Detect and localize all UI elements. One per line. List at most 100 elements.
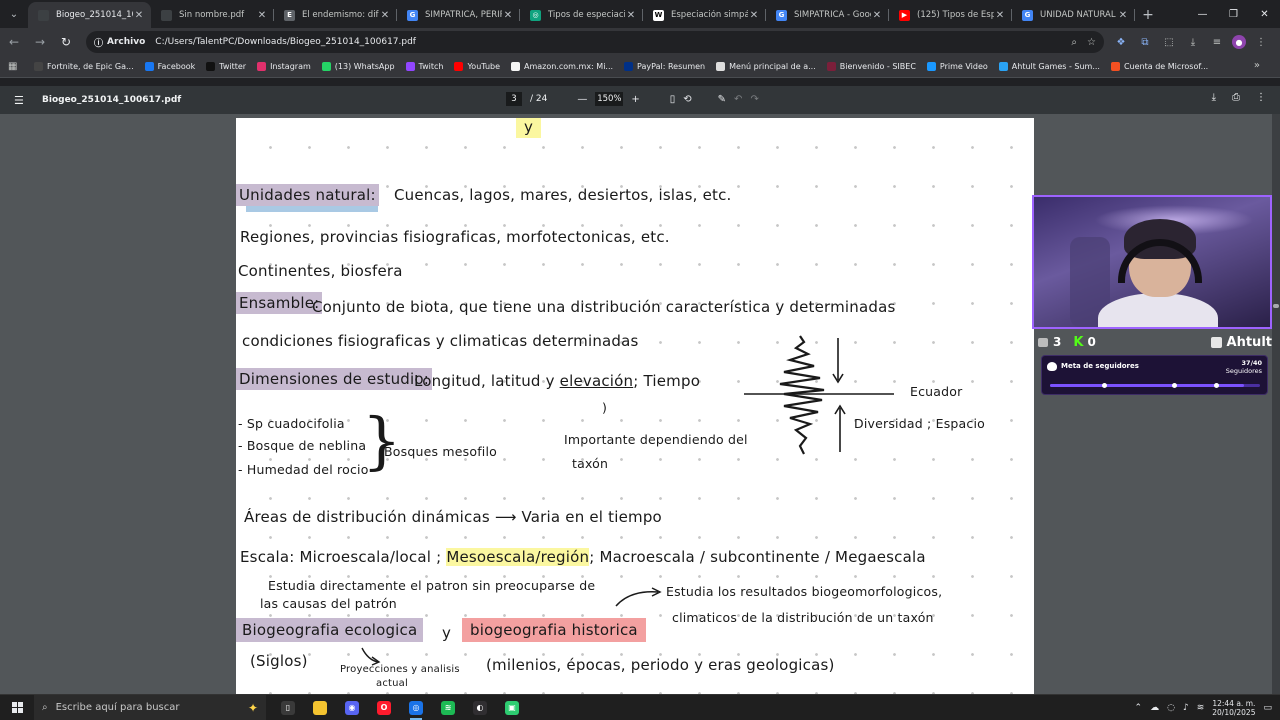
- pdf-scrollbar[interactable]: [1272, 114, 1280, 694]
- taskbar-search[interactable]: ⌕ Escribe aquí para buscar ✦: [34, 694, 266, 720]
- browser-tab[interactable]: ▶ (125) Tipos de Espec✕: [889, 2, 1012, 28]
- star-icon[interactable]: ☆: [1087, 37, 1096, 48]
- close-tab-icon[interactable]: ✕: [379, 10, 391, 21]
- channel-name: Ahtult: [1226, 334, 1272, 350]
- close-tab-icon[interactable]: ✕: [502, 10, 514, 21]
- note-regiones: Regiones, provincias fisiograficas, morf…: [240, 228, 670, 246]
- download-icon[interactable]: ⤓: [1184, 33, 1202, 51]
- bookmark-label: Menú principal de a...: [729, 62, 816, 71]
- close-window-button[interactable]: ✕: [1249, 0, 1280, 28]
- reload-button[interactable]: ↻: [54, 30, 78, 54]
- wifi-icon[interactable]: ≋: [1197, 703, 1205, 713]
- volume-icon[interactable]: ♪: [1183, 703, 1189, 713]
- minimize-button[interactable]: —: [1187, 0, 1218, 28]
- note-condiciones: condiciones fisiograficas y climaticas d…: [242, 332, 639, 350]
- new-tab-button[interactable]: +: [1135, 2, 1161, 28]
- pdf-more-icon[interactable]: ⋮: [1256, 92, 1266, 103]
- browser-tab[interactable]: Biogeo_251014_1006✕: [28, 2, 151, 28]
- network-icon[interactable]: ◌: [1167, 703, 1175, 713]
- zoom-input[interactable]: 150%: [595, 92, 624, 106]
- url-text[interactable]: C:/Users/TalentPC/Downloads/Biogeo_25101…: [155, 37, 1071, 47]
- bookmark-item[interactable]: Bienvenido - SIBEC: [826, 62, 916, 71]
- taskbar-app-file-explorer[interactable]: [304, 695, 336, 720]
- close-tab-icon[interactable]: ✕: [256, 10, 268, 21]
- undo-icon[interactable]: ↶: [734, 94, 742, 105]
- rotate-icon[interactable]: ⟲: [683, 94, 691, 105]
- bookmark-item[interactable]: Twitch: [405, 62, 443, 71]
- extension-icon[interactable]: ❖: [1112, 33, 1130, 51]
- forward-button[interactable]: →: [28, 30, 52, 54]
- file-chip[interactable]: ⓘ Archivo: [94, 36, 145, 49]
- bookmark-item[interactable]: Facebook: [144, 62, 195, 71]
- apps-grid-icon[interactable]: ▦: [8, 61, 22, 72]
- taskbar-app-chrome[interactable]: ◎: [400, 695, 432, 720]
- annotate-pen-icon[interactable]: ✎: [718, 94, 726, 105]
- extensions-puzzle-icon[interactable]: ⬚: [1160, 33, 1178, 51]
- taskbar-app-app-green[interactable]: ▣: [496, 695, 528, 720]
- bookmark-item[interactable]: (13) WhatsApp: [321, 62, 395, 71]
- zoom-out-button[interactable]: —: [577, 94, 587, 105]
- tab-search-button[interactable]: ⌄: [0, 0, 28, 28]
- zoom-in-button[interactable]: +: [631, 94, 639, 105]
- arrow-right-icon: →: [34, 35, 46, 49]
- back-button[interactable]: ←: [2, 30, 26, 54]
- note-ecuador: Ecuador: [910, 384, 963, 399]
- zoom-icon[interactable]: ⌕: [1071, 37, 1077, 48]
- app-green-icon: ▣: [505, 700, 519, 715]
- chevron-right-icon[interactable]: »: [1254, 60, 1260, 71]
- close-tab-icon[interactable]: ✕: [133, 10, 145, 21]
- browser-tab[interactable]: G SIMPATRICA, PERIPAT✕: [397, 2, 520, 28]
- browser-tab[interactable]: G UNIDAD NATURAL B ✕: [1012, 2, 1135, 28]
- bookmark-favicon-icon: [257, 62, 267, 71]
- bookmark-item[interactable]: Cuenta de Microsof...: [1110, 62, 1208, 71]
- bookmark-item[interactable]: Amazon.com.mx: Mi...: [511, 62, 613, 71]
- close-tab-icon[interactable]: ✕: [1117, 10, 1129, 21]
- page-number-input[interactable]: 3: [506, 92, 522, 106]
- media-control-icon[interactable]: ≡: [1208, 33, 1226, 51]
- bookmark-item[interactable]: Instagram: [257, 62, 311, 71]
- kebab-menu-icon[interactable]: ⋮: [1252, 33, 1270, 51]
- bookmark-favicon-icon: [716, 62, 726, 71]
- print-icon[interactable]: ⎙: [1232, 92, 1240, 103]
- start-button[interactable]: [4, 695, 30, 720]
- bookmark-item[interactable]: PayPal: Resumen: [624, 62, 705, 71]
- close-tab-icon[interactable]: ✕: [625, 10, 637, 21]
- browser-tab[interactable]: G SIMPATRICA - Googl ✕: [766, 2, 889, 28]
- close-tab-icon[interactable]: ✕: [994, 10, 1006, 21]
- browser-tab[interactable]: Sin nombre.pdf ✕: [151, 2, 274, 28]
- address-bar[interactable]: ⓘ Archivo C:/Users/TalentPC/Downloads/Bio…: [86, 31, 1104, 53]
- cloud-icon[interactable]: ☁: [1150, 703, 1159, 713]
- note-escala: Escala: Microescala/local ; Mesoescala/r…: [240, 548, 926, 566]
- bookmark-item[interactable]: Prime Video: [926, 62, 988, 71]
- notifications-icon[interactable]: ▭: [1263, 703, 1272, 713]
- bookmark-item[interactable]: Menú principal de a...: [716, 62, 816, 71]
- taskbar-app-spotify[interactable]: ≋: [432, 695, 464, 720]
- chevron-up-icon[interactable]: ⌃: [1135, 703, 1143, 713]
- profile-avatar[interactable]: ●: [1232, 35, 1246, 49]
- bookmark-favicon-icon: [454, 62, 464, 71]
- tab-title: SIMPATRICA, PERIPAT: [425, 10, 502, 20]
- bookmark-label: Instagram: [270, 62, 311, 71]
- bookmark-label: Fortnite, de Epic Ga...: [47, 62, 134, 71]
- redo-icon[interactable]: ↷: [750, 94, 758, 105]
- close-tab-icon[interactable]: ✕: [871, 10, 883, 21]
- bookmark-item[interactable]: Twitter: [206, 62, 246, 71]
- bookmark-item[interactable]: Ahtult Games - Sum...: [998, 62, 1100, 71]
- scrollbar-thumb[interactable]: [1273, 304, 1279, 308]
- taskbar-app-discord[interactable]: ◉: [336, 695, 368, 720]
- browser-tab[interactable]: W Especiación simpátric✕: [643, 2, 766, 28]
- pdf-download-icon[interactable]: ⤓: [1212, 92, 1216, 103]
- taskbar-app-opera[interactable]: O: [368, 695, 400, 720]
- clock[interactable]: 12:44 a. m. 20/10/2025: [1212, 699, 1255, 718]
- translate-icon[interactable]: ⧉: [1136, 33, 1154, 51]
- hamburger-menu-icon[interactable]: ☰: [14, 94, 30, 107]
- fit-page-icon[interactable]: ▯: [670, 94, 676, 105]
- bookmark-item[interactable]: YouTube: [454, 62, 500, 71]
- restore-button[interactable]: ❐: [1218, 0, 1249, 28]
- taskbar-app-obs[interactable]: ◐: [464, 695, 496, 720]
- browser-tab[interactable]: E El endemismo: difere✕: [274, 2, 397, 28]
- bookmark-item[interactable]: Fortnite, de Epic Ga...: [34, 62, 134, 71]
- close-tab-icon[interactable]: ✕: [748, 10, 760, 21]
- browser-tab[interactable]: ◎ Tipos de especiación✕: [520, 2, 643, 28]
- taskbar-app-task-view[interactable]: ▯: [272, 695, 304, 720]
